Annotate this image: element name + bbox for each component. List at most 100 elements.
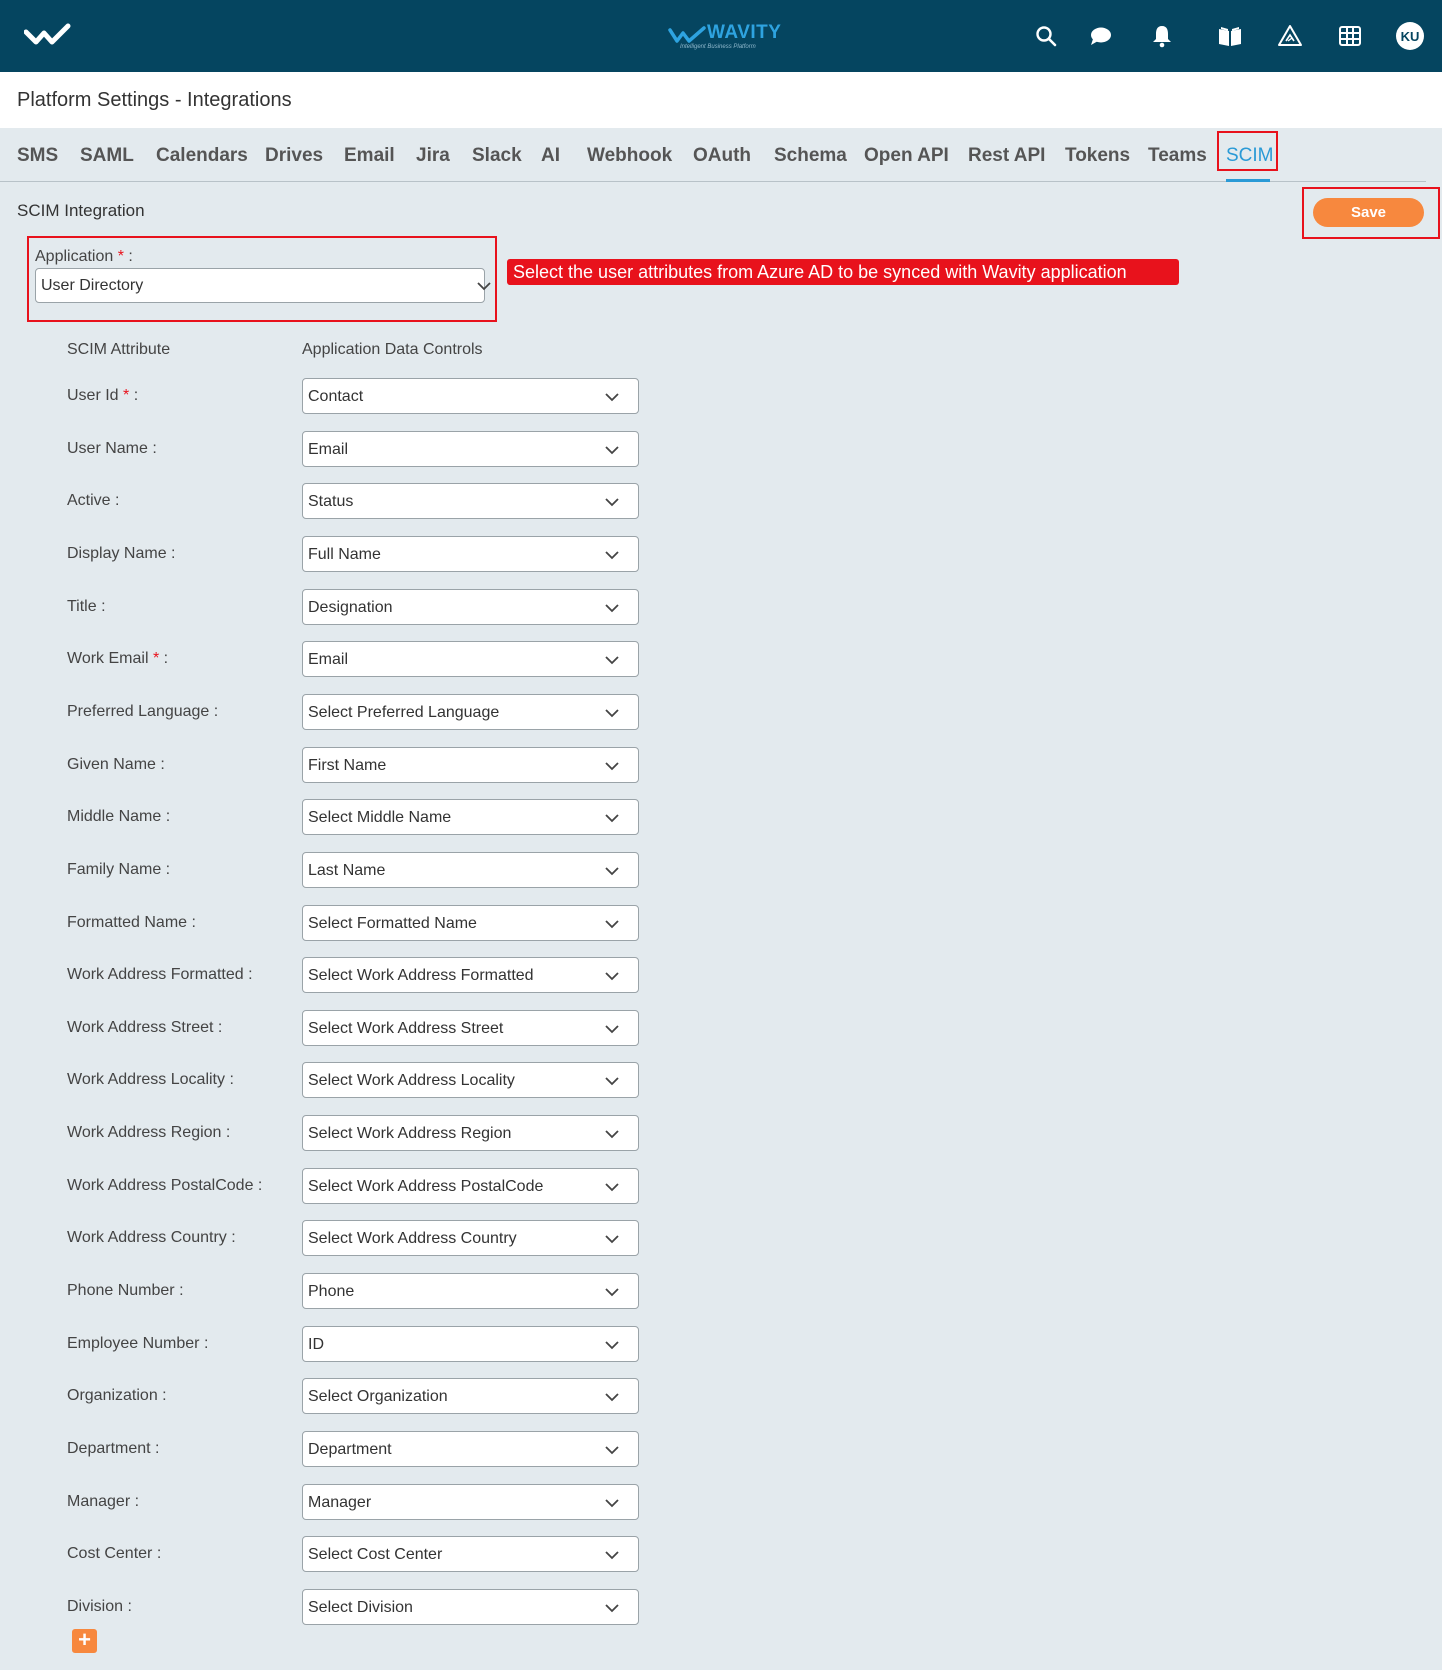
- tab-drives[interactable]: Drives: [265, 145, 323, 167]
- user-avatar[interactable]: KU: [1396, 22, 1424, 50]
- mapping-select-work-address-street[interactable]: Select Work Address Street: [302, 1010, 639, 1046]
- attribute-label-text: Title: [67, 598, 97, 615]
- tab-calendars[interactable]: Calendars: [156, 145, 248, 167]
- attribute-label-text: Employee Number: [67, 1335, 200, 1352]
- mapping-select-value: Select Work Address PostalCode: [308, 1178, 544, 1195]
- mapping-select-value: Phone: [308, 1283, 355, 1300]
- attribute-label-text: Formatted Name: [67, 914, 188, 931]
- attribute-label-formatted-name: Formatted Name :: [67, 914, 196, 932]
- mapping-select-middle-name[interactable]: Select Middle Name: [302, 799, 639, 835]
- attribute-label-preferred-language: Preferred Language :: [67, 703, 218, 721]
- tab-teams[interactable]: Teams: [1148, 145, 1207, 167]
- mapping-select-active[interactable]: Status: [302, 483, 639, 519]
- tab-webhook[interactable]: Webhook: [587, 145, 672, 167]
- attribute-label-suffix: :: [166, 545, 176, 562]
- attribute-label-department: Department :: [67, 1440, 159, 1458]
- attribute-label-text: Work Address Region: [67, 1124, 222, 1141]
- tab-ai[interactable]: AI: [541, 145, 560, 167]
- attribute-label-cost-center: Cost Center :: [67, 1545, 161, 1563]
- chevron-down-icon: [605, 551, 619, 560]
- chevron-down-icon: [605, 604, 619, 613]
- mapping-select-formatted-name[interactable]: Select Formatted Name: [302, 905, 639, 941]
- mapping-select-value: Select Work Address Region: [308, 1125, 512, 1142]
- tab-schema[interactable]: Schema: [774, 145, 847, 167]
- mapping-select-work-address-postalcode[interactable]: Select Work Address PostalCode: [302, 1168, 639, 1204]
- attribute-label-suffix: :: [96, 598, 106, 615]
- search-icon[interactable]: [1032, 22, 1060, 50]
- mapping-select-given-name[interactable]: First Name: [302, 747, 639, 783]
- mapping-select-value: Manager: [308, 1494, 372, 1511]
- mapping-select-employee-number[interactable]: ID: [302, 1326, 639, 1362]
- tab-saml[interactable]: SAML: [80, 145, 134, 167]
- chevron-down-icon: [605, 1077, 619, 1086]
- attribute-label-text: Work Email: [67, 650, 149, 667]
- attribute-label-user-name: User Name :: [67, 440, 157, 458]
- mapping-select-work-address-locality[interactable]: Select Work Address Locality: [302, 1062, 639, 1098]
- mapping-select-value: Select Work Address Formatted: [308, 967, 534, 984]
- chevron-down-icon: [605, 393, 619, 402]
- mapping-select-phone-number[interactable]: Phone: [302, 1273, 639, 1309]
- mapping-select-work-email[interactable]: Email: [302, 641, 639, 677]
- tab-sms[interactable]: SMS: [17, 145, 58, 167]
- top-navbar: WAVITY Intelligent Business Platform KU: [0, 0, 1442, 72]
- chevron-down-icon: [605, 1604, 619, 1613]
- mapping-select-department[interactable]: Department: [302, 1431, 639, 1467]
- attribute-label-suffix: :: [213, 1019, 223, 1036]
- brand-tagline: Intelligent Business Platform: [680, 44, 756, 50]
- mapping-select-value: Select Organization: [308, 1388, 448, 1405]
- attribute-label-text: Middle Name: [67, 808, 162, 825]
- chevron-down-icon: [605, 1183, 619, 1192]
- mapping-select-preferred-language[interactable]: Select Preferred Language: [302, 694, 639, 730]
- chevron-down-icon: [605, 1025, 619, 1034]
- tab-tokens[interactable]: Tokens: [1065, 145, 1130, 167]
- mapping-select-division[interactable]: Select Division: [302, 1589, 639, 1625]
- attribute-label-suffix: :: [129, 387, 139, 404]
- brand-name: WAVITY: [707, 22, 782, 43]
- attribute-label-text: Display Name: [67, 545, 167, 562]
- mapping-select-value: Select Middle Name: [308, 809, 452, 826]
- mapping-select-user-id[interactable]: Contact: [302, 378, 639, 414]
- attribute-label-work-email: Work Email * :: [67, 650, 168, 668]
- book-icon[interactable]: [1216, 22, 1244, 50]
- mapping-select-work-address-region[interactable]: Select Work Address Region: [302, 1115, 639, 1151]
- tab-jira[interactable]: Jira: [416, 145, 450, 167]
- attribute-label-suffix: :: [243, 966, 253, 983]
- attribute-label-suffix: :: [187, 914, 196, 931]
- attribute-label-suffix: :: [221, 1124, 231, 1141]
- mapping-select-manager[interactable]: Manager: [302, 1484, 639, 1520]
- mapping-select-work-address-formatted[interactable]: Select Work Address Formatted: [302, 957, 639, 993]
- chevron-down-icon: [605, 920, 619, 929]
- mapping-select-organization[interactable]: Select Organization: [302, 1378, 639, 1414]
- attribute-label-text: Active: [67, 492, 111, 509]
- triangle-icon[interactable]: [1276, 22, 1304, 50]
- grid-icon[interactable]: [1336, 22, 1364, 50]
- tab-open-api[interactable]: Open API: [864, 145, 949, 167]
- page-title: Platform Settings - Integrations: [17, 89, 292, 111]
- attribute-label-text: User Id: [67, 387, 119, 404]
- mapping-select-user-name[interactable]: Email: [302, 431, 639, 467]
- mapping-select-cost-center[interactable]: Select Cost Center: [302, 1536, 639, 1572]
- chat-icon[interactable]: [1087, 22, 1115, 50]
- attribute-label-suffix: :: [161, 808, 171, 825]
- mapping-select-family-name[interactable]: Last Name: [302, 852, 639, 888]
- tab-slack[interactable]: Slack: [472, 145, 522, 167]
- wavity-logo-icon[interactable]: [24, 22, 72, 50]
- mapping-select-work-address-country[interactable]: Select Work Address Country: [302, 1220, 639, 1256]
- tab-email[interactable]: Email: [344, 145, 395, 167]
- attribute-label-suffix: :: [225, 1071, 234, 1088]
- tab-oauth[interactable]: OAuth: [693, 145, 751, 167]
- column-header-controls: Application Data Controls: [302, 341, 483, 358]
- attribute-label-text: Given Name: [67, 756, 156, 773]
- attribute-label-suffix: :: [159, 650, 169, 667]
- mapping-select-title[interactable]: Designation: [302, 589, 639, 625]
- column-header-attribute: SCIM Attribute: [67, 341, 171, 358]
- tab-rest-api[interactable]: Rest API: [968, 145, 1045, 167]
- attribute-label-work-address-country: Work Address Country :: [67, 1229, 236, 1247]
- add-attribute-button[interactable]: +: [72, 1629, 97, 1653]
- highlight-box-application: [27, 236, 497, 322]
- mapping-select-display-name[interactable]: Full Name: [302, 536, 639, 572]
- bell-icon[interactable]: [1148, 22, 1176, 50]
- chevron-down-icon: [605, 709, 619, 718]
- attribute-label-text: Cost Center: [67, 1545, 153, 1562]
- attribute-label-text: Phone Number: [67, 1282, 175, 1299]
